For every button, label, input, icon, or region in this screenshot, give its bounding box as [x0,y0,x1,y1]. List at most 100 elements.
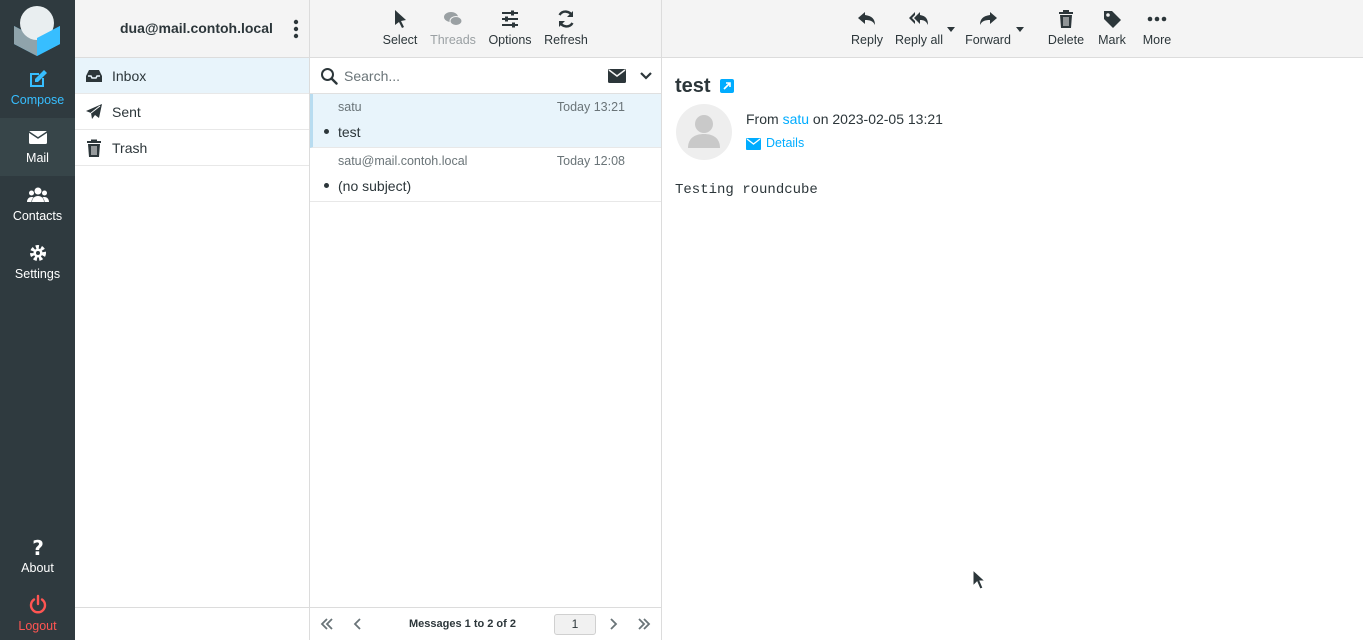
forward-label: Forward [965,33,1011,47]
comments-icon [444,12,463,26]
user-silhouette-icon [688,115,720,148]
message-subject-heading: test [675,75,711,97]
open-in-new-window-icon[interactable] [720,79,734,93]
reply-all-dropdown-icon[interactable] [947,27,955,32]
from-prefix: From [746,111,779,127]
details-label: Details [766,136,805,150]
more-button[interactable]: More [1139,0,1175,58]
reply-all-label: Reply all [895,33,943,47]
unread-dot [324,183,329,188]
about-label: About [21,561,54,575]
refresh-icon [558,10,574,28]
about-button[interactable]: ? About [0,528,75,586]
first-page-icon[interactable] [320,617,334,631]
settings-label: Settings [14,267,61,281]
page-number-input[interactable]: 1 [554,614,596,635]
forward-button[interactable]: Forward [963,0,1013,58]
select-button[interactable]: Select [380,0,420,58]
envelope-icon [28,131,47,144]
settings-nav-button[interactable]: Settings [0,234,75,292]
logout-button[interactable]: Logout [0,586,75,640]
folder-pane-footer [75,607,309,640]
message-row[interactable]: satu Today 13:21 test [310,94,661,148]
select-label: Select [382,33,418,47]
folder-pane-header: dua@mail.contoh.local [75,0,309,58]
envelope-filter-icon[interactable] [608,68,626,84]
last-page-icon[interactable] [637,617,651,631]
list-pager: Messages 1 to 2 of 2 1 [310,607,661,640]
reply-label: Reply [851,33,883,47]
contacts-nav-button[interactable]: Contacts [0,176,75,234]
message-date: Today 12:08 [556,154,625,168]
trash-icon [87,139,101,157]
mark-button[interactable]: Mark [1094,0,1130,58]
message-list-pane: Select Threads Options Refresh Search...… [310,0,662,640]
question-icon: ? [32,536,44,558]
sliders-icon [502,10,518,28]
mark-label: Mark [1098,33,1126,47]
power-icon [29,594,46,614]
folder-inbox[interactable]: Inbox [75,58,309,94]
details-link[interactable]: Details [746,136,804,150]
message-body: Testing roundcube [675,182,818,198]
folder-sent[interactable]: Sent [75,94,309,130]
account-name: dua@mail.contoh.local [120,20,273,36]
delete-label: Delete [1047,33,1085,47]
pager-info: Messages 1 to 2 of 2 [409,618,516,630]
folder-label: Trash [112,140,148,156]
refresh-label: Refresh [544,33,588,47]
folder-label: Inbox [112,68,147,84]
search-bar [310,58,661,94]
sender-avatar [676,104,732,160]
reply-all-button[interactable]: Reply all [894,0,944,58]
more-label: More [1142,33,1172,47]
account-menu-icon[interactable] [289,18,303,40]
message-date: Today 13:21 [556,100,625,114]
forward-dropdown-icon[interactable] [1016,27,1024,32]
gear-icon [29,245,46,261]
inbox-icon [86,70,102,82]
message-subject: (no subject) [338,178,412,194]
sender-line: From satu on 2023-02-05 13:21 [746,111,943,127]
reply-icon [858,12,875,25]
threads-label: Threads [430,33,476,47]
search-input[interactable] [344,64,594,88]
threads-button[interactable]: Threads [427,0,479,58]
list-toolbar: Select Threads Options Refresh [310,0,661,58]
options-label: Options [488,33,532,47]
svg-text:?: ? [32,536,44,558]
message-from: satu [338,100,362,114]
folder-trash[interactable]: Trash [75,130,309,166]
options-button[interactable]: Options [485,0,535,58]
main-navigation: Compose Mail Contacts Settings ? About L… [0,0,75,640]
message-subject: test [338,124,361,140]
compose-button[interactable]: Compose [0,60,75,118]
search-icon[interactable] [320,67,338,85]
chevron-down-icon[interactable] [639,69,653,83]
unread-dot [324,129,329,134]
message-toolbar: Reply Reply all Forward Delete Mark More [662,0,1363,58]
next-page-icon[interactable] [606,617,620,631]
refresh-button[interactable]: Refresh [542,0,590,58]
previous-page-icon[interactable] [351,617,365,631]
message-date-text: on 2023-02-05 13:21 [812,111,943,127]
delete-button[interactable]: Delete [1046,0,1086,58]
compose-label: Compose [10,93,65,107]
tag-icon [1104,11,1121,28]
mail-nav-button[interactable]: Mail [0,118,75,176]
mouse-cursor-icon [972,569,986,590]
logout-label: Logout [18,619,57,633]
reply-button[interactable]: Reply [848,0,886,58]
roundcube-logo[interactable] [10,4,64,56]
folder-label: Sent [112,104,141,120]
sender-link[interactable]: satu [783,111,809,127]
trash-icon [1059,10,1073,28]
envelope-icon [746,138,761,150]
ellipsis-icon [1147,16,1167,22]
message-from: satu@mail.contoh.local [338,154,468,168]
compose-icon [29,70,47,87]
pointer-icon [395,10,406,28]
forward-icon [980,12,997,25]
mail-label: Mail [26,151,49,165]
message-row[interactable]: satu@mail.contoh.local Today 12:08 (no s… [310,148,661,202]
